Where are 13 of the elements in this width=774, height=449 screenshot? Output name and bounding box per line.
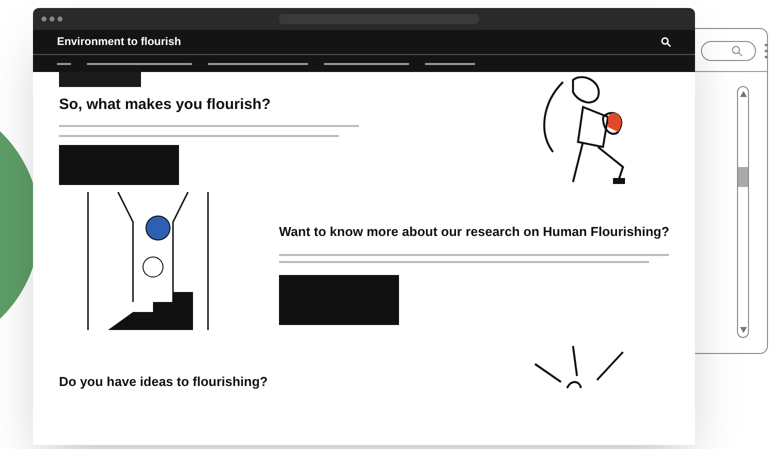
search-icon <box>731 45 743 57</box>
scroll-thumb[interactable] <box>738 167 748 187</box>
search-field[interactable] <box>701 41 756 61</box>
section-heading: Want to know more about our research on Human Flourishing? <box>279 223 670 241</box>
section-heading: Do you have ideas to flourishing? <box>59 373 268 391</box>
scroll-down-icon[interactable] <box>740 327 747 333</box>
scroll-up-icon[interactable] <box>740 91 747 97</box>
section-heading: So, what makes you flourish? <box>59 95 272 115</box>
site-title[interactable]: Environment to flourish <box>57 34 182 50</box>
scrollbar[interactable] <box>737 86 749 338</box>
window-controls-icon[interactable] <box>41 16 63 22</box>
search-icon[interactable] <box>661 37 671 47</box>
more-icon[interactable] <box>764 43 768 59</box>
